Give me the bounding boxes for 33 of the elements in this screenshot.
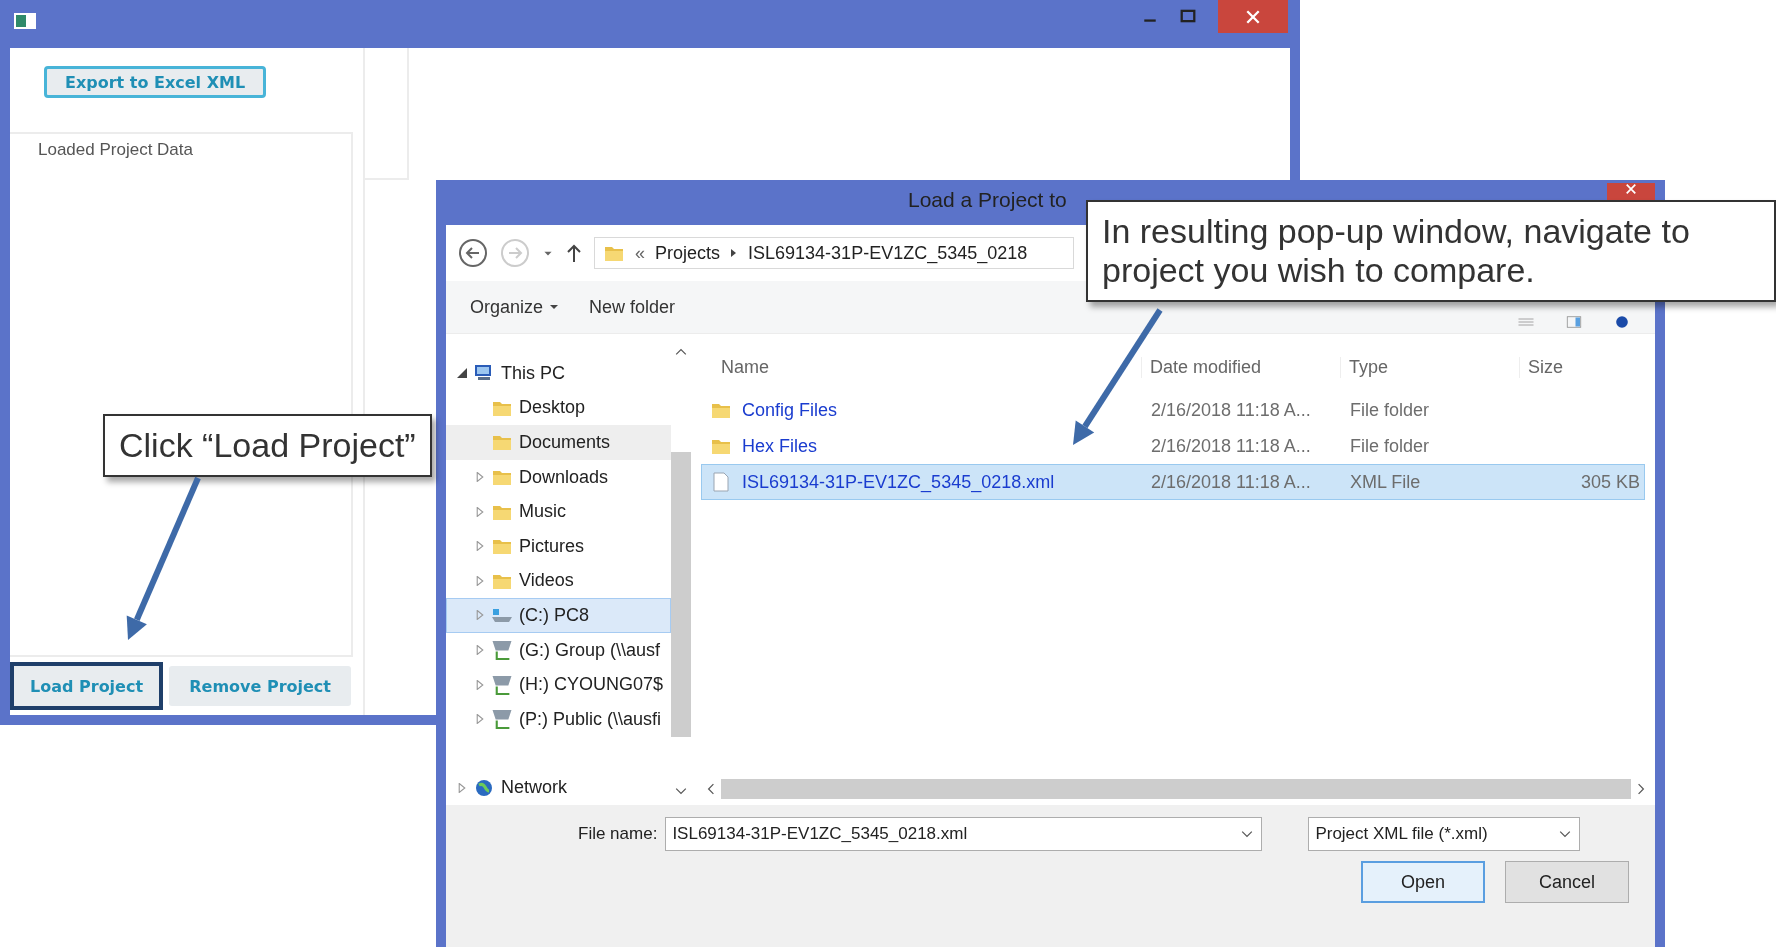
tree-item[interactable]: This PC: [446, 356, 671, 391]
tree-item[interactable]: Pictures: [446, 528, 671, 564]
tree-item[interactable]: (H:) CYOUNG07$: [446, 667, 671, 702]
cancel-button[interactable]: Cancel: [1505, 861, 1629, 904]
tree-item[interactable]: (G:) Group (\\ausf: [446, 632, 671, 668]
file-name-label: File name:: [578, 824, 658, 845]
open-button[interactable]: Open: [1361, 861, 1485, 904]
column-header[interactable]: Name: [701, 356, 1141, 378]
tree-item[interactable]: Videos: [446, 563, 671, 599]
tree-item[interactable]: Network: [446, 770, 671, 806]
tree-item[interactable]: (C:) PC8: [446, 598, 671, 633]
tree-item[interactable]: Desktop: [446, 390, 671, 426]
column-header[interactable]: Size: [1519, 356, 1648, 378]
dialog-title: Load a Project to: [908, 188, 1067, 212]
panel-title: Loaded Project Data: [38, 140, 193, 159]
callout: Click “Load Project”: [103, 414, 432, 478]
tree-item[interactable]: Documents: [446, 425, 671, 460]
address-bar[interactable]: « Projects ISL69134-31P-EV1ZC_5345_0218: [594, 237, 1074, 269]
file-row[interactable]: ISL69134-31P-EV1ZC_5345_0218.xml 2/16/2018 11:18 A... XML File 305 KB: [701, 464, 1645, 500]
file-row[interactable]: Hex Files 2/16/2018 11:18 A... File folder: [701, 428, 1645, 464]
column-header[interactable]: Date modified: [1141, 356, 1340, 378]
tree-item[interactable]: Downloads: [446, 459, 671, 495]
tree-item[interactable]: Music: [446, 494, 671, 529]
column-header[interactable]: Type: [1340, 356, 1519, 378]
callout: In resulting pop-up window, navigate to project you wish to compare.: [1086, 200, 1776, 303]
breadcrumb[interactable]: ISL69134-31P-EV1ZC_5345_0218: [748, 242, 1028, 264]
breadcrumb[interactable]: Projects: [655, 242, 721, 264]
file-name-field[interactable]: ISL69134-31P-EV1ZC_5345_0218.xml: [665, 817, 1263, 852]
new-folder-button[interactable]: New folder: [589, 296, 676, 318]
file-row[interactable]: Config Files 2/16/2018 11:18 A... File folder: [701, 392, 1645, 428]
tree-item[interactable]: (P:) Public (\\ausfi: [446, 701, 671, 737]
file-type-dropdown[interactable]: Project XML file (*.xml): [1308, 817, 1581, 852]
organize-menu[interactable]: Organize: [470, 296, 560, 318]
